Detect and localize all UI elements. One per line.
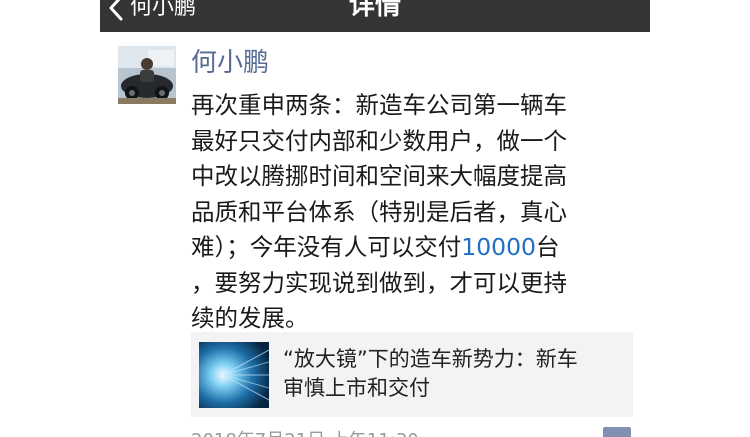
post-detail: 何小鹏 再次重申两条：新造车公司第一辆车 最好只交付内部和少数用户，做一个 中改… bbox=[100, 32, 650, 437]
post-line: 再次重申两条：新造车公司第一辆车 bbox=[191, 91, 567, 119]
article-title-line: “放大镜”下的造车新势力：新车 bbox=[283, 347, 578, 371]
post-line-suffix: 台 bbox=[536, 233, 560, 261]
article-thumbnail bbox=[199, 342, 269, 408]
phone-number-link[interactable]: 10000 bbox=[461, 233, 536, 261]
post-line-text: 难）；今年没有人可以交付 bbox=[191, 233, 462, 261]
post-timestamp: 2018年7月21日 上午11:30 bbox=[191, 426, 419, 437]
shared-article-card[interactable]: “放大镜”下的造车新势力：新车 审慎上市和交付 bbox=[191, 332, 633, 417]
author-name[interactable]: 何小鹏 bbox=[191, 46, 269, 80]
avatar[interactable] bbox=[118, 46, 176, 104]
post-line: 最好只交付内部和少数用户，做一个 bbox=[191, 126, 567, 155]
nav-bar: 何小鹏 详情 bbox=[100, 0, 650, 32]
post-line: 品质和平台体系（特别是后者，真心 bbox=[191, 197, 567, 226]
post-line: ，要努力实现说到做到，才可以更持 bbox=[191, 268, 567, 297]
article-title: “放大镜”下的造车新势力：新车 审慎上市和交付 bbox=[283, 345, 623, 403]
phone-screen: 何小鹏 详情 何小鹏 再次重申两条：新造车公司第一辆车 最好只交付内部和少数用户… bbox=[100, 0, 650, 437]
comment-button[interactable] bbox=[603, 427, 631, 437]
left-margin bbox=[0, 0, 100, 437]
post-line: 中改以腾挪时间和空间来大幅度提高 bbox=[191, 162, 567, 190]
post-text: 再次重申两条：新造车公司第一辆车 最好只交付内部和少数用户，做一个 中改以腾挪时… bbox=[191, 88, 639, 337]
post-line: 难）；今年没有人可以交付10000台 bbox=[191, 230, 639, 266]
article-title-line: 审慎上市和交付 bbox=[283, 376, 430, 400]
right-margin bbox=[650, 0, 750, 437]
page-title: 详情 bbox=[348, 0, 401, 21]
